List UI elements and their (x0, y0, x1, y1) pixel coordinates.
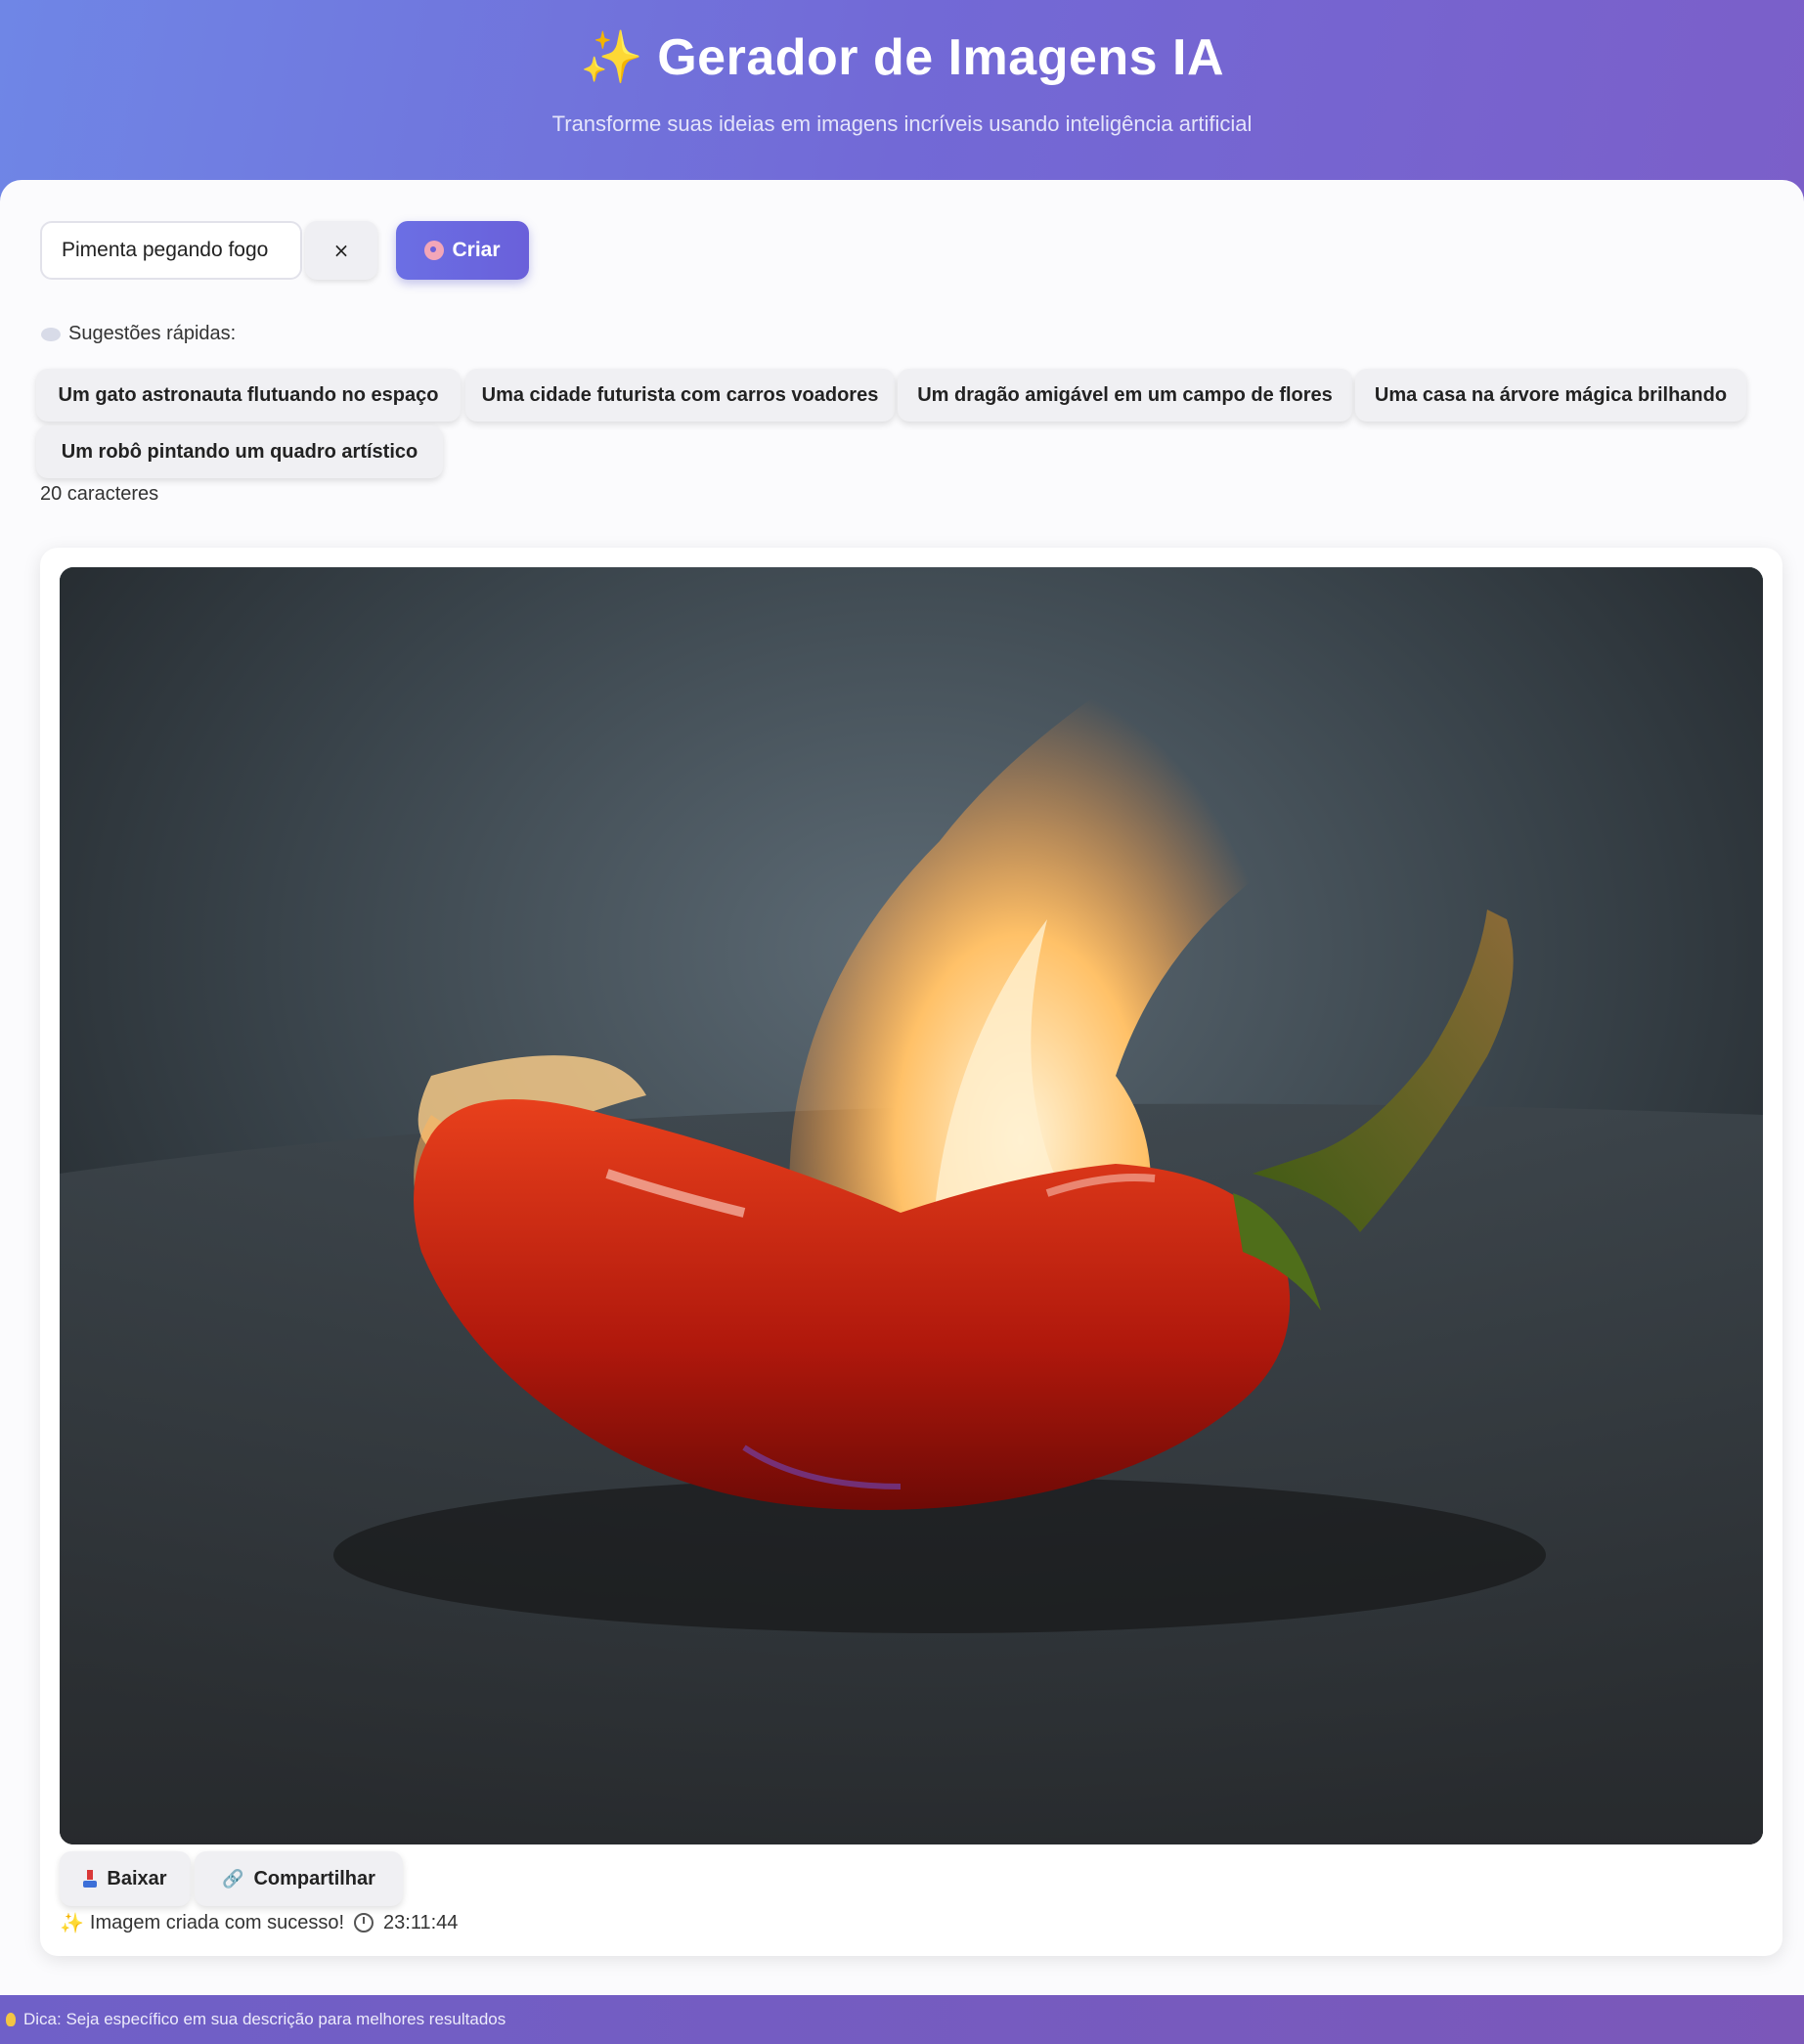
speech-bubble-icon (41, 327, 61, 341)
clear-button[interactable]: × (305, 221, 377, 280)
link-icon: 🔗 (222, 1868, 244, 1889)
prompt-input[interactable] (40, 221, 302, 280)
lightbulb-icon (6, 2013, 16, 2026)
footer-tip-text: Dica: Seja específico em sua descrição p… (23, 2010, 506, 2028)
suggestion-chip[interactable]: Um gato astronauta flutuando no espaço (36, 369, 461, 422)
footer-tip: Dica: Seja específico em sua descrição p… (0, 1995, 1804, 2044)
page-title: ✨ Gerador de Imagens IA (579, 29, 1225, 86)
result-card: Baixar 🔗 Compartilhar ✨ Imagem criada co… (40, 548, 1782, 1956)
palette-icon (424, 241, 445, 260)
suggestion-chip[interactable]: Uma casa na árvore mágica brilhando (1355, 369, 1746, 422)
suggestion-chip[interactable]: Um robô pintando um quadro artístico (36, 425, 443, 478)
burning-pepper-illustration (60, 567, 1763, 1844)
clock-icon (354, 1913, 374, 1933)
create-button-label: Criar (452, 239, 501, 261)
sparkles-icon: ✨ (579, 29, 644, 86)
download-icon (83, 1870, 98, 1888)
suggestion-chip[interactable]: Uma cidade futurista com carros voadores (465, 369, 895, 422)
status-line: ✨ Imagem criada com sucesso! 23:11:44 (60, 1911, 458, 1934)
generated-image[interactable] (60, 567, 1763, 1844)
download-button-label: Baixar (107, 1867, 167, 1889)
suggestion-chip[interactable]: Um dragão amigável em um campo de flores (898, 369, 1352, 422)
char-count: 20 caracteres (40, 483, 159, 505)
download-button[interactable]: Baixar (60, 1851, 191, 1906)
share-button-label: Compartilhar (253, 1867, 375, 1889)
status-time: 23:11:44 (383, 1911, 459, 1933)
sparkles-icon: ✨ (60, 1911, 84, 1934)
suggestions-label: Sugestões rápidas: (41, 323, 236, 345)
create-button[interactable]: Criar (396, 221, 529, 280)
status-text: Imagem criada com sucesso! (89, 1911, 345, 1933)
share-button[interactable]: 🔗 Compartilhar (195, 1851, 403, 1906)
page-subtitle: Transforme suas ideias em imagens incrív… (551, 111, 1253, 136)
